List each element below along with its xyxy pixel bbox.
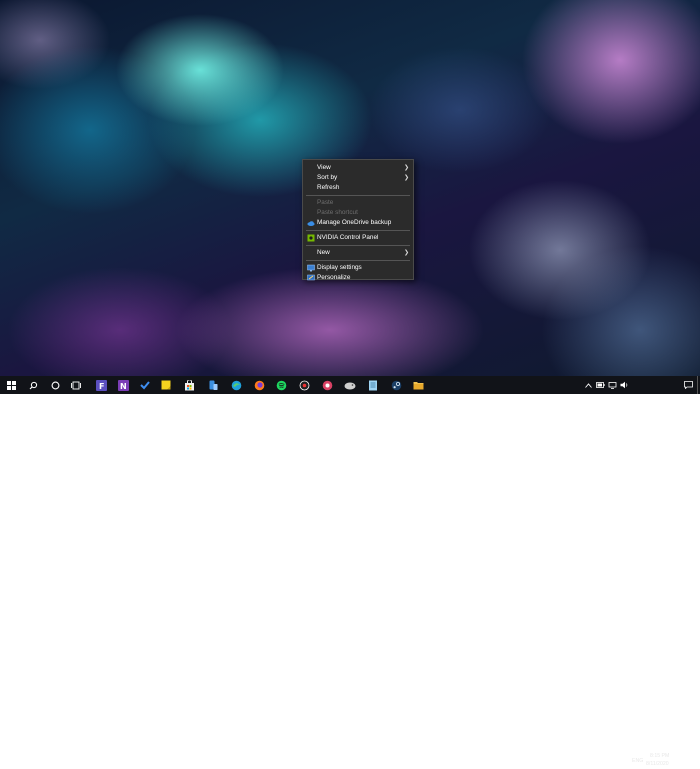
menu-item-label: New	[317, 249, 330, 256]
chevron-up-icon[interactable]	[582, 376, 594, 394]
app-bird-icon[interactable]	[341, 376, 359, 394]
phone-icon[interactable]	[204, 376, 222, 394]
menu-item-label: Refresh	[317, 184, 340, 191]
steam-icon[interactable]	[387, 376, 405, 394]
chevron-right-icon: ❯	[403, 175, 409, 181]
menu-separator	[306, 230, 410, 231]
sticky-notes-icon[interactable]	[157, 376, 175, 394]
menu-item-new[interactable]: New ❯	[303, 248, 413, 258]
menu-item-paste-shortcut: Paste shortcut	[303, 208, 413, 218]
chevron-right-icon: ❯	[403, 165, 409, 171]
app-red-icon[interactable]	[318, 376, 336, 394]
menu-separator	[306, 195, 410, 196]
network-icon[interactable]	[606, 376, 618, 394]
task-view-icon[interactable]	[67, 376, 85, 394]
menu-item-sort-by[interactable]: Sort by ❯	[303, 173, 413, 183]
menu-item-label: View	[317, 164, 331, 171]
onedrive-icon	[307, 219, 315, 227]
menu-separator	[306, 245, 410, 246]
clock-time: 8:15 PM	[650, 753, 670, 759]
clock-date: 8/11/2020	[646, 761, 669, 767]
notification-icon[interactable]	[681, 376, 695, 394]
store-icon[interactable]	[180, 376, 198, 394]
taskbar: F N ENG 8:15 PM 8/11/2020	[0, 376, 700, 767]
volume-icon[interactable]	[618, 376, 630, 394]
spotify-icon[interactable]	[272, 376, 290, 394]
todo-icon[interactable]	[136, 376, 154, 394]
windows-start-icon[interactable]	[2, 376, 20, 394]
display-settings-icon	[307, 264, 315, 272]
app-f-icon[interactable]: F	[92, 376, 110, 394]
menu-item-nvidia-control-panel[interactable]: NVIDIA Control Panel	[303, 233, 413, 243]
menu-item-label: Paste	[317, 199, 334, 206]
edge-icon[interactable]	[227, 376, 245, 394]
onenote-icon[interactable]: N	[114, 376, 132, 394]
notepad-icon[interactable]	[364, 376, 382, 394]
menu-item-paste: Paste	[303, 198, 413, 208]
menu-item-label: Sort by	[317, 174, 338, 181]
menu-item-view[interactable]: View ❯	[303, 163, 413, 173]
menu-item-label: Paste shortcut	[317, 209, 358, 216]
cortana-icon[interactable]	[46, 376, 64, 394]
chevron-right-icon: ❯	[403, 250, 409, 256]
language-indicator[interactable]: ENG	[632, 758, 643, 764]
menu-item-label: NVIDIA Control Panel	[317, 234, 379, 241]
search-icon[interactable]	[24, 376, 42, 394]
menu-item-label: Display settings	[317, 264, 362, 271]
menu-item-refresh[interactable]: Refresh	[303, 183, 413, 193]
desktop-context-menu: View ❯ Sort by ❯ Refresh Paste Paste sho…	[302, 159, 414, 283]
menu-item-manage-onedrive-backup[interactable]: Manage OneDrive backup	[303, 218, 413, 228]
menu-item-label: Manage OneDrive backup	[317, 219, 392, 226]
firefox-icon[interactable]	[250, 376, 268, 394]
nvidia-icon	[307, 234, 315, 242]
menu-item-label: Personalize	[317, 274, 351, 281]
svg-text:N: N	[120, 382, 127, 391]
app-circle-icon[interactable]	[295, 376, 313, 394]
menu-item-personalize[interactable]: Personalize	[303, 273, 413, 283]
menu-separator	[306, 260, 410, 261]
svg-text:F: F	[99, 382, 104, 391]
file-explorer-icon[interactable]	[409, 376, 427, 394]
battery-icon[interactable]	[594, 376, 606, 394]
clock[interactable]: 8:15 PM 8/11/2020	[644, 753, 680, 769]
menu-item-display-settings[interactable]: Display settings	[303, 263, 413, 273]
personalize-icon	[307, 274, 315, 282]
desktop-wallpaper[interactable]: View ❯ Sort by ❯ Refresh Paste Paste sho…	[0, 0, 700, 376]
